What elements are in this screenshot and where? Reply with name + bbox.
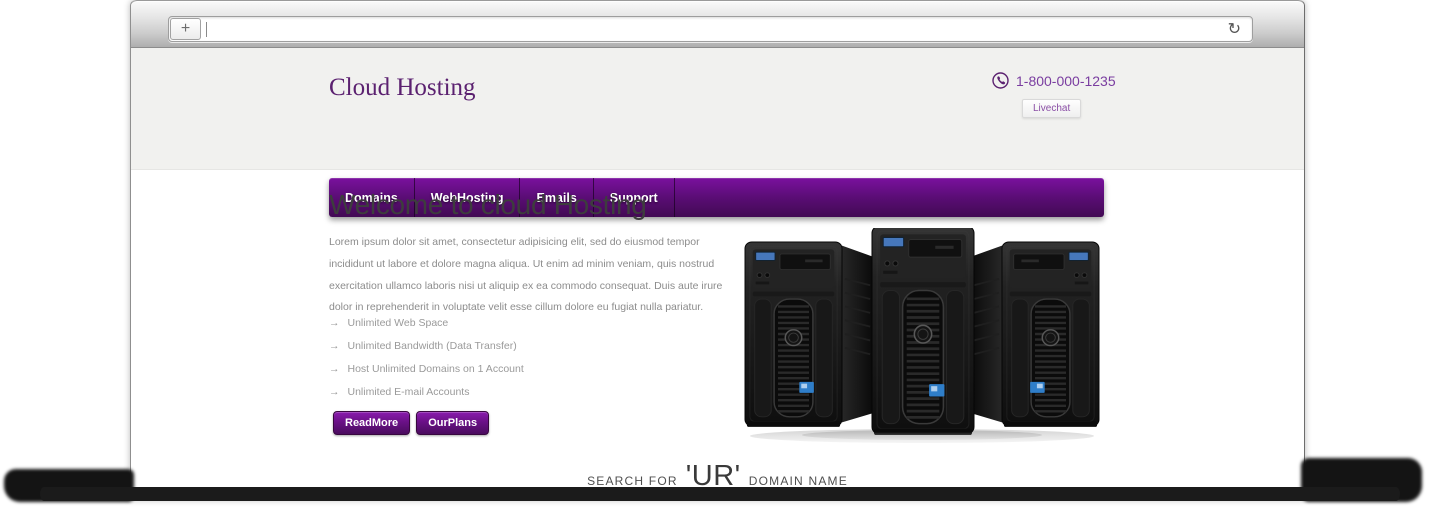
feature-item: → Unlimited Bandwidth (Data Transfer): [329, 340, 524, 352]
hero-paragraph: Lorem ipsum dolor sit amet, consectetur …: [329, 232, 727, 319]
laptop-base-strip: [40, 487, 1400, 501]
refresh-icon[interactable]: ↻: [1228, 21, 1241, 37]
search-banner-suffix: DOMAIN NAME: [749, 474, 848, 488]
phone-icon: [992, 72, 1009, 89]
livechat-button[interactable]: Livechat: [1022, 99, 1081, 118]
site-logo[interactable]: Cloud Hosting: [329, 74, 476, 102]
cta-row: ReadMore OurPlans: [333, 411, 489, 435]
search-banner-prefix: SEARCH FOR: [587, 474, 678, 488]
our-plans-button[interactable]: OurPlans: [416, 411, 489, 435]
feature-item: → Unlimited Web Space: [329, 317, 524, 329]
phone-number: 1-800-000-1235: [1016, 73, 1116, 89]
feature-item: → Host Unlimited Domains on 1 Account: [329, 363, 524, 375]
page-title: Welcome to cloud Hosting: [329, 189, 647, 221]
feature-list: → Unlimited Web Space → Unlimited Bandwi…: [329, 317, 524, 409]
new-tab-button[interactable]: +: [170, 18, 201, 40]
arrow-icon: →: [329, 340, 340, 352]
phone-block: 1-800-000-1235: [992, 72, 1116, 89]
servers-image: [743, 228, 1101, 446]
arrow-icon: →: [329, 386, 340, 398]
browser-toolbar: + ↻: [131, 0, 1304, 48]
address-input[interactable]: [207, 17, 1228, 41]
arrow-icon: →: [329, 317, 340, 329]
arrow-icon: →: [329, 363, 340, 375]
feature-item: → Unlimited E-mail Accounts: [329, 386, 524, 398]
site-header: Cloud Hosting 1-800-000-1235 Livechat Do…: [131, 48, 1304, 170]
address-bar[interactable]: + ↻: [168, 16, 1253, 42]
read-more-button[interactable]: ReadMore: [333, 411, 410, 435]
browser-window: + ↻ Cloud Hosting 1-800-000-1235 Livecha…: [130, 0, 1305, 500]
